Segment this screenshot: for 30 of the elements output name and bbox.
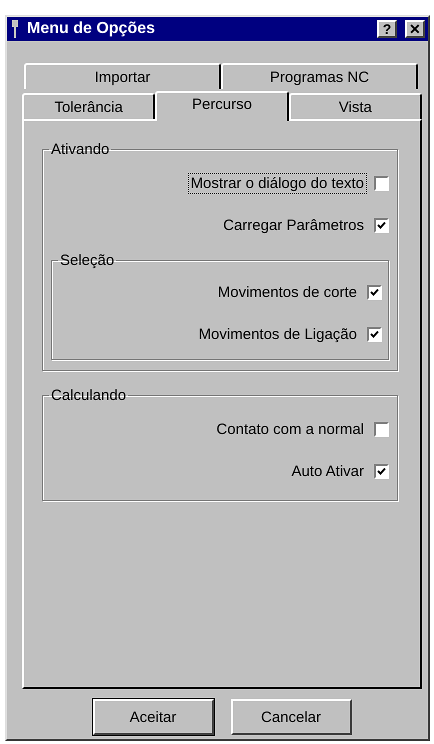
tab[interactable]: Programas NC (221, 63, 418, 89)
checkbox-label: Carregar Parâmetros (222, 216, 365, 234)
tab[interactable]: Vista (288, 93, 422, 119)
group-title: Calculando (50, 387, 128, 404)
checkbox[interactable] (374, 176, 389, 190)
checkbox-label: Auto Ativar (290, 462, 365, 480)
check-icon (377, 220, 386, 230)
check-icon (377, 466, 386, 476)
tab[interactable]: Percurso (155, 91, 289, 121)
group-title: Seleção (59, 252, 116, 269)
checkbox-label: Movimentos de corte (216, 282, 358, 302)
window-title: Menu de Opções (27, 20, 156, 38)
help-button[interactable]: ? (377, 20, 397, 38)
checkbox[interactable] (367, 284, 382, 300)
checkbox[interactable] (367, 326, 382, 342)
tab[interactable]: Importar (24, 63, 221, 89)
cancel-button[interactable]: Cancelar (230, 699, 352, 735)
checkbox[interactable] (374, 218, 389, 232)
checkbox-label: Contato com a normal (215, 420, 365, 438)
tab[interactable]: Tolerância (22, 93, 156, 119)
accept-button[interactable]: Aceitar (92, 699, 214, 735)
group-title: Ativando (50, 141, 110, 158)
checkbox-label: Mostrar o diálogo do texto (188, 174, 366, 192)
checkbox-label: Movimentos de Ligação (198, 324, 358, 344)
checkbox[interactable] (374, 422, 389, 436)
pin-icon (11, 20, 19, 38)
checkbox[interactable] (374, 464, 389, 478)
close-button[interactable]: ✕ (405, 20, 425, 38)
check-icon (370, 330, 379, 338)
check-icon (370, 288, 379, 296)
